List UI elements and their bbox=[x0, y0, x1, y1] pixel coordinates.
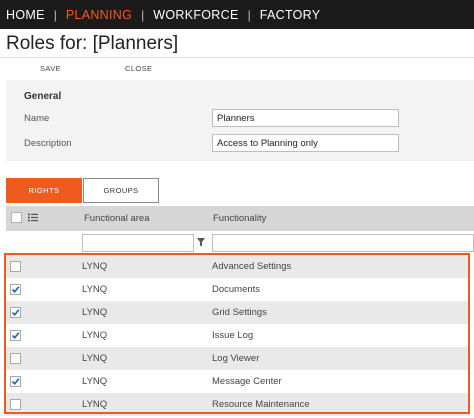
nav-workforce[interactable]: WORKFORCE bbox=[153, 8, 238, 22]
functionality-filter-input[interactable] bbox=[212, 234, 474, 252]
nav-planning[interactable]: PLANNING bbox=[66, 8, 132, 22]
nav-separator: | bbox=[247, 7, 251, 22]
name-field[interactable] bbox=[212, 109, 399, 127]
highlight-frame bbox=[4, 253, 470, 414]
column-functional-area[interactable]: Functional area bbox=[84, 213, 149, 224]
save-button[interactable]: SAVE bbox=[40, 64, 61, 73]
nav-factory[interactable]: FACTORY bbox=[260, 8, 321, 22]
nav-separator: | bbox=[141, 7, 145, 22]
nav-home[interactable]: HOME bbox=[6, 8, 45, 22]
name-label: Name bbox=[24, 113, 50, 124]
top-navigation: HOME | PLANNING | WORKFORCE | FACTORY bbox=[0, 0, 474, 29]
title-divider bbox=[0, 57, 474, 58]
column-functionality[interactable]: Functionality bbox=[213, 213, 266, 224]
nav-separator: | bbox=[53, 7, 57, 22]
funnel-icon[interactable] bbox=[197, 238, 205, 247]
description-label: Description bbox=[24, 138, 72, 149]
functional-area-filter-input[interactable] bbox=[82, 234, 194, 252]
tab-groups[interactable]: GROUPS bbox=[83, 178, 159, 203]
tab-rights[interactable]: RIGHTS bbox=[6, 178, 82, 203]
list-icon[interactable] bbox=[28, 212, 38, 223]
page-title: Roles for: [Planners] bbox=[6, 33, 179, 54]
general-heading: General bbox=[24, 91, 62, 102]
description-field[interactable] bbox=[212, 134, 399, 152]
select-all-checkbox[interactable] bbox=[11, 212, 22, 223]
close-button[interactable]: CLOSE bbox=[125, 64, 152, 73]
